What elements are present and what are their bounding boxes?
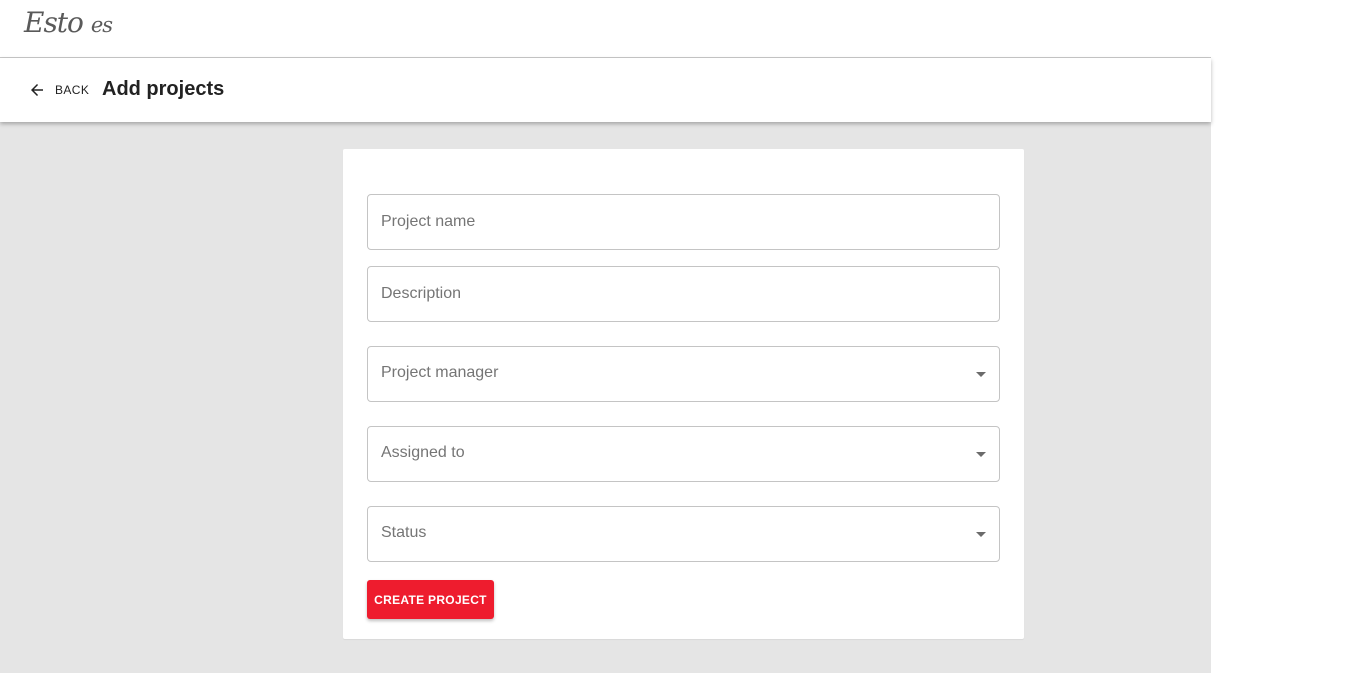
status-label: Status xyxy=(381,524,427,541)
project-name-field xyxy=(367,194,1000,250)
logo-main-text: Esto xyxy=(24,6,84,39)
arrow-left-icon xyxy=(28,81,46,99)
description-field xyxy=(367,266,1000,322)
project-manager-label: Project manager xyxy=(381,364,499,381)
project-form-card: Project manager Assigned to Status CREAT… xyxy=(343,149,1024,639)
description-input[interactable] xyxy=(368,267,999,321)
page-title: Add projects xyxy=(102,78,225,100)
project-manager-select[interactable]: Project manager xyxy=(367,346,1000,402)
brand-bar: Esto es xyxy=(0,0,1211,58)
logo-small-text: es xyxy=(90,13,113,37)
caret-down-icon xyxy=(976,372,986,377)
assigned-to-label: Assigned to xyxy=(381,444,465,461)
project-name-input[interactable] xyxy=(368,195,999,249)
status-select[interactable]: Status xyxy=(367,506,1000,562)
caret-down-icon xyxy=(976,532,986,537)
logo[interactable]: Esto es xyxy=(24,6,113,39)
assigned-to-select[interactable]: Assigned to xyxy=(367,426,1000,482)
caret-down-icon xyxy=(976,452,986,457)
app-root: Esto es BACK Add projects Project manage… xyxy=(0,0,1211,673)
back-label: BACK xyxy=(55,83,90,97)
back-button[interactable]: BACK xyxy=(28,78,89,102)
create-project-button[interactable]: CREATE PROJECT xyxy=(367,580,494,619)
